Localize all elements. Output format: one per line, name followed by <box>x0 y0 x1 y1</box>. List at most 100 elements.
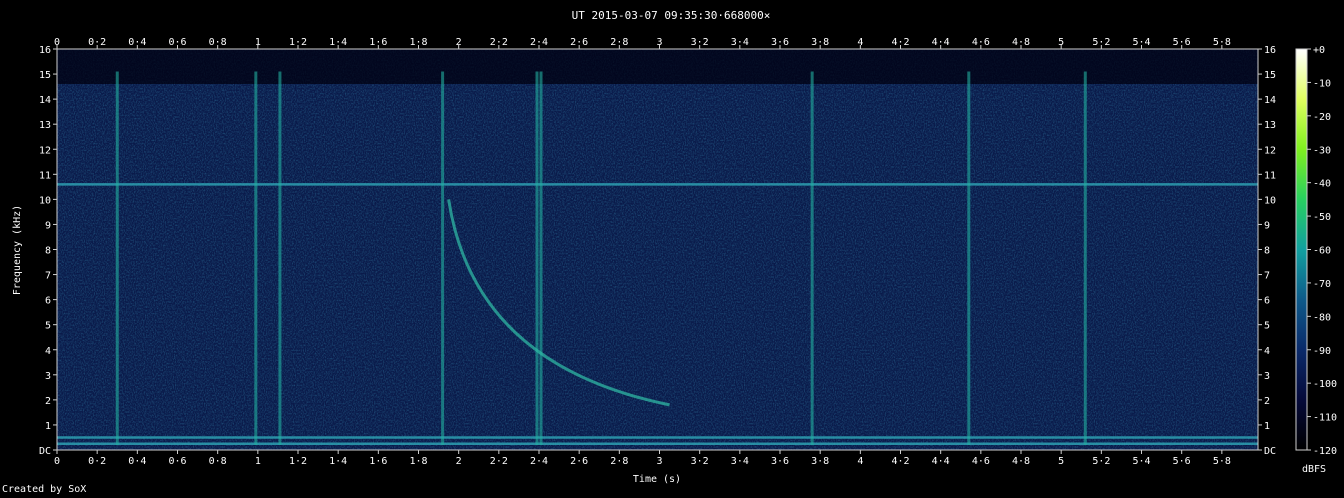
x-tick-label: 4·8 <box>1012 37 1030 48</box>
x-tick-label: 2·2 <box>490 37 508 48</box>
y-tick-label: 2 <box>45 396 51 407</box>
x-tick-label: 1·6 <box>369 456 387 467</box>
y-tick-label: 8 <box>1264 246 1270 257</box>
y-tick-label: 16 <box>39 45 51 56</box>
y-tick-label: 2 <box>1264 396 1270 407</box>
y-tick-label: 10 <box>1264 195 1276 206</box>
x-tick-label: 0 <box>54 37 60 48</box>
y-tick-label: 8 <box>45 246 51 257</box>
x-tick-label: 1·8 <box>409 37 427 48</box>
x-tick-label: 4·4 <box>932 456 950 467</box>
colorbar-tick-label: -50 <box>1313 212 1331 223</box>
y-tick-label: DC <box>1264 446 1276 457</box>
y-tick-label: 7 <box>1264 271 1270 282</box>
x-tick-label: 0·6 <box>168 37 186 48</box>
colorbar-tick-label: -20 <box>1313 112 1331 123</box>
x-tick-label: 5·2 <box>1092 37 1110 48</box>
y-tick-label: 3 <box>1264 371 1270 382</box>
x-tick-label: 3 <box>656 37 662 48</box>
x-tick-label: 4·6 <box>972 37 990 48</box>
y-tick-label: 3 <box>45 371 51 382</box>
colorbar: +0 -10 -20 -30 -40 -50 -60 -70 -80 -90 -100 -110 -12… <box>1295 45 1337 475</box>
x-tick-label: 5 <box>1058 456 1064 467</box>
y-tick-label: 12 <box>39 145 51 156</box>
y-tick-label: 16 <box>1264 45 1276 56</box>
x-tick-label: 1 <box>255 37 261 48</box>
x-tick-label: 0·8 <box>209 456 227 467</box>
x-tick-label: 5·8 <box>1213 37 1231 48</box>
colorbar-tick-label: -60 <box>1313 246 1331 257</box>
x-tick-label: 4 <box>857 456 863 467</box>
x-tick-label: 4·6 <box>972 456 990 467</box>
upper-band-shade <box>57 49 1258 84</box>
x-tick-label: 0·6 <box>168 456 186 467</box>
x-tick-label: 4·2 <box>891 456 909 467</box>
x-tick-label: 5·2 <box>1092 456 1110 467</box>
spectrogram-figure: UT 2015-03-07 09:35:30·668000× 0 0·2 0·4 0·… <box>12 9 1337 485</box>
x-tick-label: 5 <box>1058 37 1064 48</box>
colorbar-tick-label: -100 <box>1313 379 1337 390</box>
x-tick-label: 1·4 <box>329 37 347 48</box>
colorbar-tick-label: -120 <box>1313 446 1337 457</box>
x-tick-label: 2·6 <box>570 37 588 48</box>
colorbar-tick-label: -30 <box>1313 145 1331 156</box>
y-tick-label: 4 <box>45 346 51 357</box>
colorbar-tick-label: -110 <box>1313 413 1337 424</box>
y-tick-label: 13 <box>1264 120 1276 131</box>
y-tick-label: 1 <box>45 421 51 432</box>
y-tick-label: 11 <box>1264 170 1276 181</box>
x-tick-label: 2·8 <box>610 456 628 467</box>
y-tick-label: 7 <box>45 271 51 282</box>
x-tick-label: 0·2 <box>88 456 106 467</box>
y-tick-label: 6 <box>45 296 51 307</box>
x-tick-label: 3 <box>656 456 662 467</box>
x-tick-label: 3·4 <box>731 456 749 467</box>
x-tick-label: 1·6 <box>369 37 387 48</box>
x-tick-label: 3·6 <box>771 456 789 467</box>
colorbar-tick-label: -80 <box>1313 312 1331 323</box>
y-axis-right: DC12345678910111213141516 <box>1258 45 1276 457</box>
y-tick-label: 9 <box>45 220 51 231</box>
x-tick-label: 1 <box>255 456 261 467</box>
y-tick-label: 14 <box>39 95 51 106</box>
x-tick-label: 1·8 <box>409 456 427 467</box>
x-tick-label: 5·6 <box>1173 37 1191 48</box>
x-tick-label: 0 <box>54 456 60 467</box>
x-tick-label: 3·8 <box>811 37 829 48</box>
x-tick-label: 2·4 <box>530 456 548 467</box>
x-tick-label: 3·6 <box>771 37 789 48</box>
x-tick-label: 5·8 <box>1213 456 1231 467</box>
credit-text: Created by SoX <box>2 484 87 495</box>
x-tick-label: 0·2 <box>88 37 106 48</box>
y-tick-label: 11 <box>39 170 51 181</box>
x-tick-label: 0·4 <box>128 37 146 48</box>
colorbar-tick-label: +0 <box>1313 45 1325 56</box>
y-tick-label: 6 <box>1264 296 1270 307</box>
x-tick-label: 3·2 <box>691 456 709 467</box>
x-tick-label: 5·4 <box>1132 456 1150 467</box>
x-tick-label: 4·4 <box>932 37 950 48</box>
y-tick-label: DC <box>39 446 51 457</box>
x-axis-top: 0 0·2 0·4 0·6 0·8 1 1·2 1·4 1·6 1·8 2 2·2 2·4 2·6 2·8 3… <box>54 37 1231 49</box>
colorbar-tick-label: -90 <box>1313 346 1331 357</box>
x-tick-label: 3·4 <box>731 37 749 48</box>
colorbar-ticks: +0 -10 -20 -30 -40 -50 -60 -70 -80 -90 -100 -110 -12… <box>1307 45 1337 457</box>
x-axis-bottom: 0 0·2 0·4 0·6 0·8 1 1·2 1·4 1·6 1·8 2 2·2 2·4 2·6 2·8 3… <box>54 450 1231 467</box>
spectrogram-plot <box>56 48 1259 451</box>
y-tick-label: 9 <box>1264 220 1270 231</box>
x-tick-label: 0·4 <box>128 456 146 467</box>
y-tick-label: 13 <box>39 120 51 131</box>
x-tick-label: 3·8 <box>811 456 829 467</box>
colorbar-scale <box>1295 48 1308 451</box>
colorbar-label: dBFS <box>1302 464 1326 475</box>
colorbar-tick-label: -40 <box>1313 179 1331 190</box>
y-tick-label: 14 <box>1264 95 1276 106</box>
x-tick-label: 5·6 <box>1173 456 1191 467</box>
y-tick-label: 5 <box>45 321 51 332</box>
noise-texture <box>57 49 1258 450</box>
y-axis-left: DC12345678910111213141516 <box>39 45 57 457</box>
x-tick-label: 4·2 <box>891 37 909 48</box>
x-tick-label: 1·2 <box>289 37 307 48</box>
x-tick-label: 0·8 <box>209 37 227 48</box>
y-tick-label: 12 <box>1264 145 1276 156</box>
